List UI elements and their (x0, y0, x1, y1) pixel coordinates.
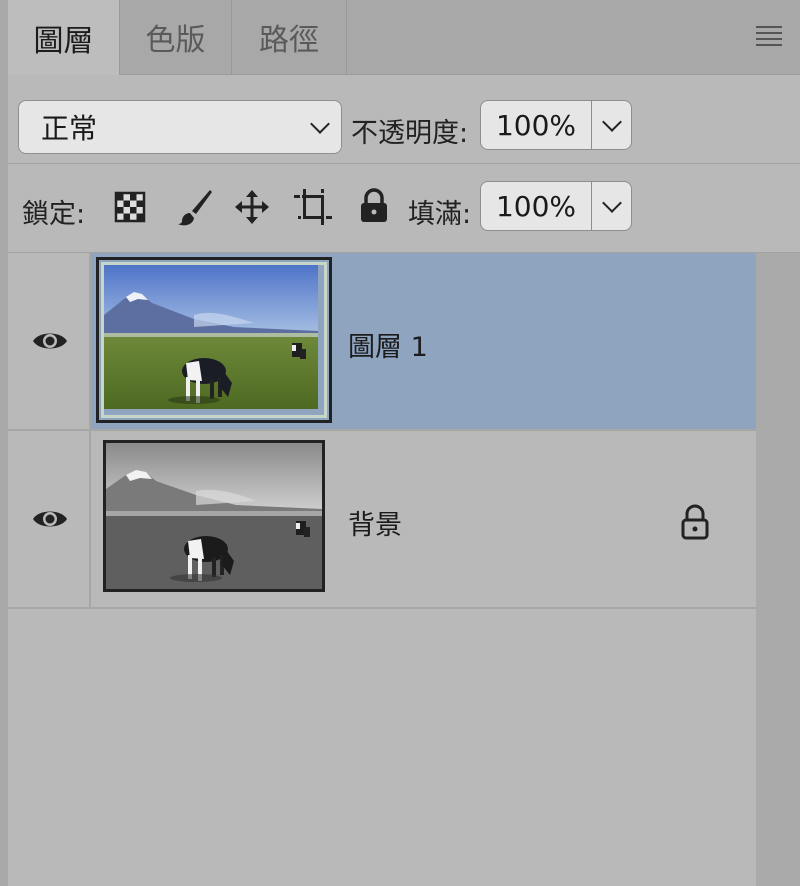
layer-thumbnail[interactable] (96, 257, 332, 423)
lock-position-move-icon[interactable] (234, 189, 270, 225)
layer-lock-icon[interactable] (680, 504, 710, 540)
fill-field[interactable]: 100% (480, 181, 632, 231)
visibility-cell[interactable] (8, 431, 91, 607)
layer-name[interactable]: 背景 (348, 503, 402, 542)
eye-icon[interactable] (32, 329, 68, 353)
layer-name[interactable]: 圖層 1 (348, 325, 428, 364)
opacity-field[interactable]: 100% (480, 100, 632, 150)
tab-channels[interactable]: 色版 (120, 0, 232, 74)
tab-label: 圖層 (33, 23, 94, 59)
layers-list: 圖層 1 背景 (8, 253, 756, 886)
blend-mode-value: 正常 (41, 112, 98, 145)
chevron-down-icon (602, 193, 622, 213)
tab-label: 路徑 (259, 23, 319, 58)
cow-pasture-thumbnail (104, 265, 318, 409)
lock-transparent-pixels-icon[interactable] (114, 191, 146, 223)
fill-dropdown-button[interactable] (592, 182, 631, 230)
tab-layers[interactable]: 圖層 (8, 0, 120, 75)
lock-image-pixels-brush-icon[interactable] (174, 187, 214, 227)
panel-left-edge (0, 0, 8, 886)
opacity-dropdown-button[interactable] (592, 101, 631, 149)
layer-row[interactable]: 圖層 1 (8, 253, 756, 431)
layer-thumbnail[interactable] (103, 440, 325, 592)
lock-all-icon[interactable] (359, 188, 389, 224)
tab-label: 色版 (145, 23, 206, 58)
panel-menu-icon[interactable] (756, 26, 782, 46)
fill-value[interactable]: 100% (481, 182, 592, 230)
chevron-down-icon (310, 114, 330, 134)
blend-opacity-row: 正常 不透明度: 100% (8, 75, 800, 163)
opacity-value[interactable]: 100% (481, 101, 592, 149)
tab-paths[interactable]: 路徑 (232, 0, 347, 74)
blend-mode-select[interactable]: 正常 (18, 100, 342, 154)
lock-label: 鎖定: (22, 199, 86, 230)
cow-pasture-grayscale-thumbnail (106, 443, 322, 589)
panel-tab-bar: 圖層 色版 路徑 (8, 0, 800, 75)
lock-fill-row: 鎖定: 填滿: 100% (8, 164, 800, 252)
scrollbar-track[interactable] (756, 253, 800, 886)
eye-icon[interactable] (32, 507, 68, 531)
chevron-down-icon (602, 112, 622, 132)
opacity-label: 不透明度: (351, 118, 469, 149)
layer-row[interactable]: 背景 (8, 431, 756, 609)
lock-artboard-icon[interactable] (294, 189, 332, 225)
visibility-cell[interactable] (8, 253, 91, 429)
fill-label: 填滿: (408, 199, 472, 230)
